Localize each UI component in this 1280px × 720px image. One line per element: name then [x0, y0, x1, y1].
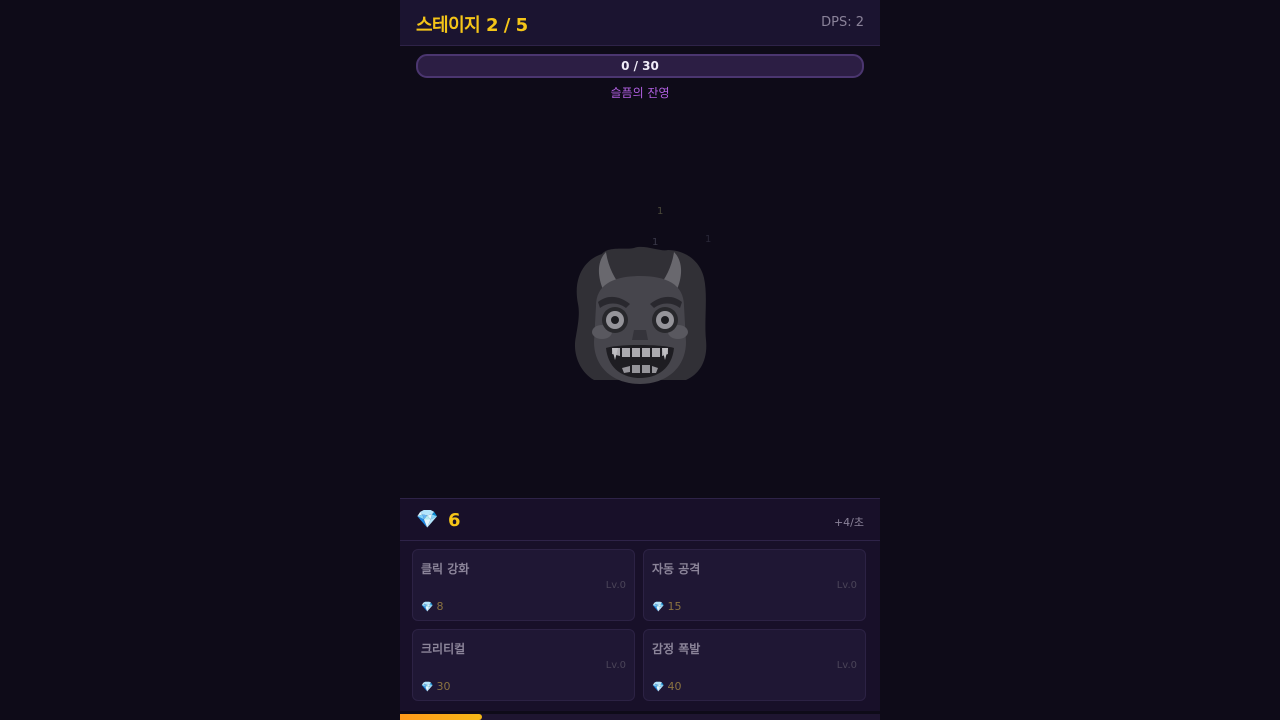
gem-icon: 💎	[421, 602, 434, 613]
upgrade-name: 자동 공격	[652, 562, 701, 576]
upgrade-name: 감정 폭발	[652, 642, 701, 656]
damage-number: 1	[657, 206, 664, 217]
upgrade-name: 크리티컬	[421, 642, 466, 656]
stage-progress-fill	[400, 714, 482, 720]
upgrade-cost-value: 40	[667, 680, 682, 693]
upgrade-level: Lv.0	[605, 660, 626, 671]
enemy-hp-text: 0 / 30	[621, 59, 659, 73]
upgrade-cost: 💎 8	[421, 600, 443, 613]
gem-icon: 💎	[421, 682, 434, 693]
dps-readout: DPS: 2	[821, 15, 864, 30]
upgrade-level: Lv.0	[836, 580, 857, 591]
upgrade-critical-button[interactable]: 크리티컬 Lv.0 💎 30	[412, 629, 635, 701]
gem-icon: 💎	[652, 602, 665, 613]
upgrade-cost: 💎 30	[421, 680, 450, 693]
upgrade-cost: 💎 40	[652, 680, 681, 693]
stage-title: 스테이지 2 / 5	[416, 15, 528, 36]
upgrade-panel: 💎 6 +4/초 클릭 강화 Lv.0 💎 8 자동 공격 Lv.0 💎 15 크리…	[400, 498, 880, 711]
upgrade-auto-attack-button[interactable]: 자동 공격 Lv.0 💎 15	[643, 549, 866, 621]
upgrade-cost-value: 15	[667, 600, 682, 613]
upgrade-cost-value: 30	[436, 680, 451, 693]
gem-icon: 💎	[652, 682, 665, 693]
stage-header: 스테이지 2 / 5 DPS: 2	[400, 0, 880, 46]
enemy-ogre-icon[interactable]	[568, 244, 712, 388]
stage-progress-bar	[400, 714, 880, 720]
upgrade-level: Lv.0	[605, 580, 626, 591]
gem-icon: 💎	[416, 509, 439, 530]
ogre-face-icon	[574, 246, 707, 384]
gem-rate: +4/초	[833, 516, 864, 529]
upgrade-cost: 💎 15	[652, 600, 681, 613]
currency-row: 💎 6 +4/초	[400, 499, 880, 541]
upgrade-emotion-burst-button[interactable]: 감정 폭발 Lv.0 💎 40	[643, 629, 866, 701]
upgrade-level: Lv.0	[836, 660, 857, 671]
gem-count: 6	[448, 510, 461, 531]
upgrade-name: 클릭 강화	[421, 562, 470, 576]
enemy-name: 슬픔의 잔영	[610, 86, 670, 100]
upgrade-click-power-button[interactable]: 클릭 강화 Lv.0 💎 8	[412, 549, 635, 621]
upgrade-cost-value: 8	[436, 600, 444, 613]
enemy-hp-bar: 0 / 30	[416, 54, 864, 78]
game-container: 스테이지 2 / 5 DPS: 2 0 / 30 슬픔의 잔영 1 1 1 💎 …	[400, 0, 880, 720]
